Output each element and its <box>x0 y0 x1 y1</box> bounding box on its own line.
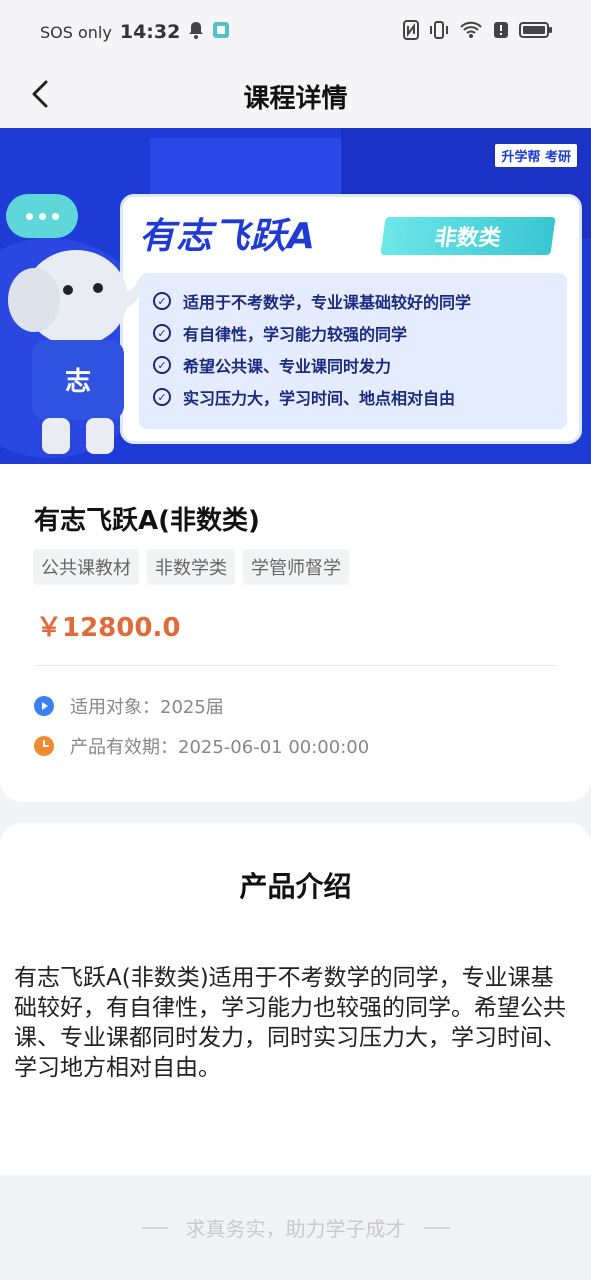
banner-tag: 非数类 <box>380 217 556 255</box>
product-price: ￥12800.0 <box>36 613 181 643</box>
bell-icon <box>188 21 204 43</box>
brand-logo: 升学帮 考研 <box>495 144 577 167</box>
product-tag: 公共课教材 <box>33 549 139 585</box>
banner-card: 有志飞跃A 非数类 ✓ 适用于不考数学，专业课基础较好的同学 ✓ 有自律性，学习能力… <box>120 194 582 444</box>
vibrate-icon <box>429 20 449 44</box>
elephant-mascot-image: 志 <box>8 250 145 454</box>
alert-icon <box>493 21 509 43</box>
app-notification-icon <box>212 21 230 43</box>
carrier-label: SOS only <box>40 22 112 42</box>
product-info-card: 有志飞跃A(非数类) 公共课教材 非数学类 学管师督学 ￥12800.0 适用对… <box>0 464 591 802</box>
clock: 14:32 <box>119 21 181 43</box>
feature-item: ✓ 实习压力大，学习时间、地点相对自由 <box>153 381 553 413</box>
back-button[interactable] <box>22 78 58 114</box>
product-tags: 公共课教材 非数学类 学管师督学 <box>33 549 349 585</box>
chevron-left-icon <box>29 79 51 113</box>
product-tag: 学管师督学 <box>243 549 349 585</box>
course-banner: 升学帮 考研 有志飞跃A 非数类 ✓ 适用于不考数学，专业课基础较好的同学 ✓ 有自… <box>0 128 591 464</box>
banner-title: 有志飞跃A <box>139 216 316 257</box>
nfc-icon <box>403 20 419 44</box>
clock-icon <box>34 736 54 756</box>
audience-row: 适用对象：2025届 <box>34 693 224 719</box>
footer-line-left <box>141 1226 168 1229</box>
svg-text:志: 志 <box>65 367 91 397</box>
feature-item: ✓ 希望公共课、专业课同时发力 <box>153 349 553 381</box>
status-bar: SOS only 14:32 <box>0 0 591 64</box>
footer-slogan: 求真务实，助力学子成才 <box>185 1217 406 1241</box>
nav-bar: 课程详情 <box>0 64 591 128</box>
product-intro-section: 产品介绍 有志飞跃A(非数类)适用于不考数学的同学，专业课基础较好，有自律性，学… <box>0 823 591 1175</box>
feature-item: ✓ 有自律性，学习能力较强的同学 <box>153 317 553 349</box>
play-circle-icon <box>34 696 54 716</box>
divider <box>34 665 558 666</box>
page-title: 课程详情 <box>243 83 348 114</box>
banner-feature-list: ✓ 适用于不考数学，专业课基础较好的同学 ✓ 有自律性，学习能力较强的同学 ✓ 希望公… <box>139 273 567 429</box>
intro-text: 有志飞跃A(非数类)适用于不考数学的同学，专业课基础较好，有自律性，学习能力也较… <box>14 965 566 1081</box>
intro-title: 产品介绍 <box>233 865 358 909</box>
wifi-icon <box>459 21 483 43</box>
battery-icon <box>519 21 553 43</box>
product-title: 有志飞跃A(非数类) <box>34 506 260 536</box>
product-tag: 非数学类 <box>147 549 235 585</box>
validity-row: 产品有效期：2025-06-01 00:00:00 <box>34 733 369 759</box>
footer-line-right <box>423 1226 450 1229</box>
chat-bubble-icon <box>6 194 78 238</box>
footer: 求真务实，助力学子成才 <box>0 1175 591 1280</box>
validity-text: 产品有效期：2025-06-01 00:00:00 <box>70 737 370 758</box>
audience-text: 适用对象：2025届 <box>70 697 224 718</box>
feature-item: ✓ 适用于不考数学，专业课基础较好的同学 <box>153 285 553 317</box>
